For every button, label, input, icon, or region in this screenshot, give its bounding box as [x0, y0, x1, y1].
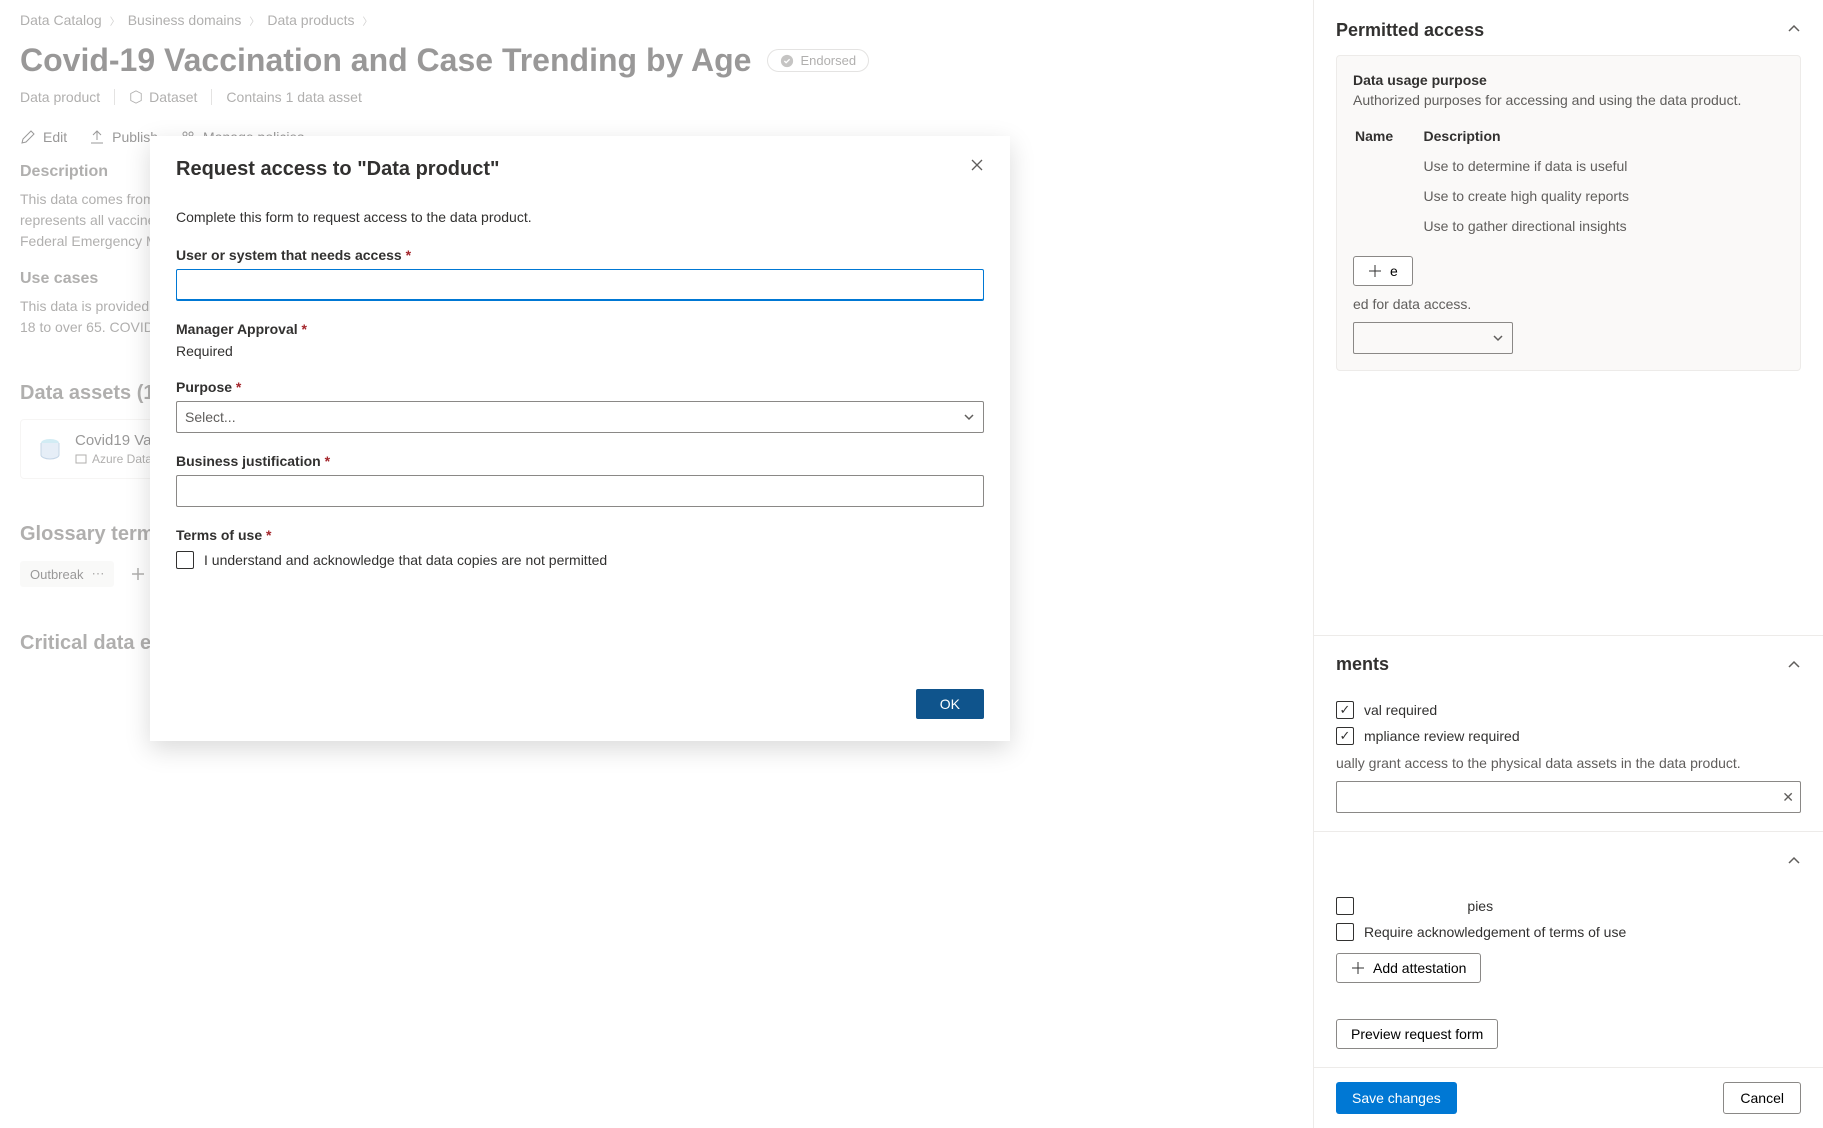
checkbox-checked-icon[interactable]	[1336, 701, 1354, 719]
crumb-data-products[interactable]: Data products	[267, 12, 354, 28]
add-attestation-button[interactable]: Add attestation	[1336, 953, 1481, 983]
chevron-right-icon: 〉	[110, 13, 120, 28]
plus-icon	[1351, 961, 1365, 975]
col-name: Name	[1355, 122, 1422, 150]
usage-purpose-desc: Authorized purposes for accessing and us…	[1353, 92, 1784, 108]
breadcrumb: Data Catalog 〉 Business domains 〉 Data p…	[20, 12, 1293, 28]
terms-header[interactable]: Terms of use	[1314, 832, 1823, 889]
crumb-business-domains[interactable]: Business domains	[128, 12, 242, 28]
close-icon	[970, 158, 984, 172]
add-purpose-button[interactable]: Add purposee	[1353, 256, 1413, 286]
table-row: Use to gather directional insights	[1355, 212, 1782, 240]
checkbox-icon[interactable]	[176, 551, 194, 569]
cube-icon	[129, 90, 143, 104]
duration-select[interactable]	[1353, 322, 1513, 354]
side-panel: Permitted access Data usage purpose Auth…	[1313, 0, 1823, 1128]
modal-intro: Complete this form to request access to …	[176, 209, 984, 225]
upload-icon	[89, 129, 105, 145]
cancel-button[interactable]: Cancel	[1723, 1082, 1801, 1114]
usage-purpose-box: Data usage purpose Authorized purposes f…	[1336, 55, 1801, 371]
chevron-right-icon: 〉	[363, 13, 373, 28]
meta-row: Data product Dataset Contains 1 data ass…	[20, 89, 1293, 105]
add-glossary-button[interactable]	[124, 560, 152, 588]
grant-access-note: ually grant access to the physical data …	[1336, 755, 1801, 771]
purpose-select[interactable]: Select...	[176, 401, 984, 433]
requirements-title: ments	[1336, 654, 1389, 675]
permitted-access-title: Permitted access	[1336, 20, 1484, 41]
requirements-header[interactable]: ments	[1314, 636, 1823, 693]
page-title: Covid-19 Vaccination and Case Trending b…	[20, 42, 751, 79]
tou-text: I understand and acknowledge that data c…	[204, 552, 607, 568]
kind-label: Data product	[20, 89, 100, 105]
ok-button[interactable]: OK	[916, 689, 984, 719]
chevron-up-icon	[1787, 22, 1801, 36]
more-icon[interactable]: ⋯	[91, 566, 104, 582]
tou-checkbox-row[interactable]: I understand and acknowledge that data c…	[176, 551, 984, 569]
checkmark-circle-icon	[780, 54, 794, 68]
purpose-label: Purpose	[176, 379, 232, 395]
modal-title: Request access to "Data product"	[176, 158, 500, 181]
request-access-modal: Request access to "Data product" Complet…	[150, 136, 1010, 741]
save-changes-button[interactable]: Save changes	[1336, 1082, 1457, 1114]
contains-label: Contains 1 data asset	[226, 89, 361, 105]
pencil-icon	[20, 129, 36, 145]
user-input[interactable]	[176, 269, 984, 301]
approval-required-row[interactable]: val required	[1336, 701, 1801, 719]
checkbox-checked-icon[interactable]	[1336, 727, 1354, 745]
table-row: Use to determine if data is useful	[1355, 152, 1782, 180]
type-label: Dataset	[129, 89, 197, 105]
require-ack-row[interactable]: Require acknowledgement of terms of use	[1336, 923, 1801, 941]
clear-icon[interactable]: ✕	[1782, 789, 1794, 806]
manager-label: Manager Approval	[176, 321, 298, 337]
chevron-right-icon: 〉	[249, 13, 259, 28]
chevron-up-icon	[1787, 854, 1801, 868]
plus-icon	[1368, 264, 1382, 278]
justification-input[interactable]	[176, 475, 984, 507]
datalake-icon	[75, 453, 87, 465]
grant-access-input[interactable]: ✕	[1336, 781, 1801, 813]
manager-value: Required	[176, 343, 984, 359]
glossary-chip[interactable]: Outbreak⋯	[20, 561, 114, 587]
crumb-data-catalog[interactable]: Data Catalog	[20, 12, 102, 28]
checkbox-icon[interactable]	[1336, 923, 1354, 941]
plus-icon	[130, 566, 146, 582]
user-label: User or system that needs access	[176, 247, 402, 263]
asset-icon	[37, 436, 63, 462]
no-copies-row[interactable]: No data copiespies	[1336, 897, 1801, 915]
table-row: Use to create high quality reports	[1355, 182, 1782, 210]
chevron-down-icon	[963, 411, 975, 423]
chevron-up-icon	[1787, 658, 1801, 672]
col-desc: Description	[1424, 122, 1782, 150]
collapse-button[interactable]	[1787, 22, 1801, 39]
duration-note: ed for data access.	[1353, 296, 1784, 312]
justification-label: Business justification	[176, 453, 321, 469]
endorsed-badge: Endorsed	[767, 49, 869, 72]
close-button[interactable]	[970, 158, 984, 177]
tou-label: Terms of use	[176, 527, 262, 543]
compliance-review-row[interactable]: mpliance review required	[1336, 727, 1801, 745]
preview-request-button[interactable]: Preview request form	[1336, 1019, 1498, 1049]
edit-button[interactable]: Edit	[20, 129, 67, 145]
checkbox-icon[interactable]	[1336, 897, 1354, 915]
publish-button[interactable]: Publish	[89, 129, 158, 145]
usage-purpose-title: Data usage purpose	[1353, 72, 1784, 88]
chevron-down-icon	[1492, 332, 1504, 344]
